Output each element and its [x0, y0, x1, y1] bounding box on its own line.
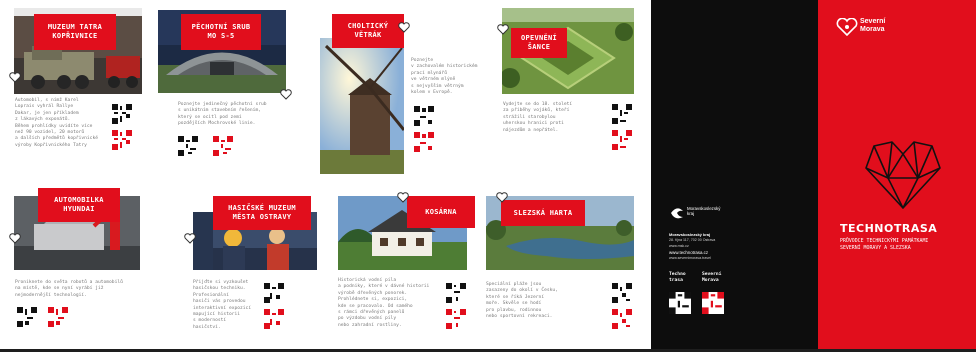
qr-code-severni-kosarna[interactable]	[446, 309, 466, 329]
qr-code-techno-cholticky-vetrak[interactable]	[414, 106, 434, 126]
qr-code-severni-opevneni-sance[interactable]	[612, 130, 632, 150]
msk-address: 28. října 117, 702 00 Ostrava	[669, 238, 716, 242]
heart-icon[interactable]	[496, 192, 508, 203]
qr-code-techno-tatra[interactable]	[112, 104, 132, 124]
msk-org-name: Moravskoslezský kraj	[687, 206, 721, 217]
card-title-hyundai: AUTOMOBILKA HYUNDAI	[38, 188, 120, 222]
qr-code-severni-tatra[interactable]	[112, 130, 132, 150]
qr-code-severni-hasicske-muzeum[interactable]	[264, 309, 284, 329]
web-severnimorava[interactable]: www.severnimorava.travel	[669, 256, 711, 260]
qr-label-techno: Techno trasa	[669, 272, 686, 283]
web-technotrasa[interactable]: www.technotrasa.cz	[669, 250, 708, 255]
qr-code-techno-panel[interactable]	[669, 292, 691, 314]
black-info-panel: Moravskoslezský kraj Moravskoslezský kra…	[651, 0, 818, 352]
heart-icon[interactable]	[9, 233, 21, 244]
cover-subtitle: PRŮVODCE TECHNICKÝMI PAMÁTKAMI SEVERNÍ M…	[840, 238, 929, 252]
qr-code-severni-panel[interactable]	[702, 292, 724, 314]
card-description-slezska-harta: Speciální pláže jsou zasazeny do okolí v…	[486, 282, 558, 320]
msk-address-title: Moravskoslezský kraj	[669, 232, 711, 237]
card-title-kosarna: KOSÁRNA	[407, 196, 475, 228]
card-description-hasicske-muzeum: Přijďte si vyzkoušet hasičskou techniku.…	[193, 280, 252, 330]
qr-code-severni-slezska-harta[interactable]	[612, 309, 632, 329]
heart-icon[interactable]	[9, 72, 21, 83]
qr-label-severni: Severní Morava	[702, 272, 722, 283]
card-description-opevneni-sance: Vydejte se do 18. století za příběhy voj…	[503, 102, 573, 133]
heart-icon[interactable]	[398, 22, 410, 33]
qr-code-techno-kosarna[interactable]	[446, 283, 466, 303]
card-title-pechotni-srub: PĚCHOTNÍ SRUB MO S-5	[181, 14, 261, 50]
qr-code-techno-hasicske-muzeum[interactable]	[264, 283, 284, 303]
card-description-cholticky-vetrak: Poznejte v zachovalém historickém prací …	[411, 58, 478, 96]
heart-icon[interactable]	[397, 192, 409, 203]
card-description-pechotni-srub: Poznejte jedinečný pěchotní srub s uniká…	[178, 102, 267, 127]
heart-icon[interactable]	[497, 24, 509, 35]
card-title-slezska-harta: SLEZSKÁ HARTA	[501, 200, 585, 226]
qr-code-severni-pechotni-srub[interactable]	[213, 136, 233, 156]
card-title-tatra: MUZEUM TATRA KOPŘIVNICE	[34, 14, 116, 50]
card-title-opevneni-sance: OPEVNĚNÍ ŠANCE	[511, 28, 567, 58]
card-description-hyundai: Proniknete do světa robotů a automobilů …	[15, 280, 123, 298]
severni-morava-logo-icon	[836, 18, 858, 36]
heart-geometric-logo-icon	[865, 141, 941, 209]
card-description-tatra: Automobil, s nímž Karel Loprais vyhrál R…	[15, 98, 98, 148]
qr-code-techno-opevneni-sance[interactable]	[612, 104, 632, 124]
heart-icon[interactable]	[184, 233, 196, 244]
msk-logo-icon	[671, 208, 683, 219]
web-msk[interactable]: www.msk.cz	[669, 244, 689, 248]
photo-cholticky-vetrak	[320, 38, 404, 174]
qr-code-severni-cholticky-vetrak[interactable]	[414, 132, 434, 152]
brand-name: Severní Morava	[860, 18, 886, 33]
card-title-hasicske-muzeum: HASIČSKÉ MUZEUM MĚSTA OSTRAVY	[213, 196, 311, 230]
card-title-cholticky-vetrak: CHOLTICKÝ VĚTRÁK	[332, 14, 404, 48]
qr-code-techno-hyundai[interactable]	[17, 307, 37, 327]
heart-icon[interactable]	[280, 89, 292, 100]
qr-code-techno-pechotni-srub[interactable]	[178, 136, 198, 156]
cover-title: TECHNOTRASA	[840, 222, 938, 235]
qr-code-techno-slezska-harta[interactable]	[612, 283, 632, 303]
red-cover-panel: Severní Morava TECHNOTRASA PRŮVODCE TECH…	[818, 0, 976, 352]
qr-code-severni-hyundai[interactable]	[48, 307, 68, 327]
card-description-kosarna: Historická vodní pila a podniky, které v…	[338, 278, 430, 328]
